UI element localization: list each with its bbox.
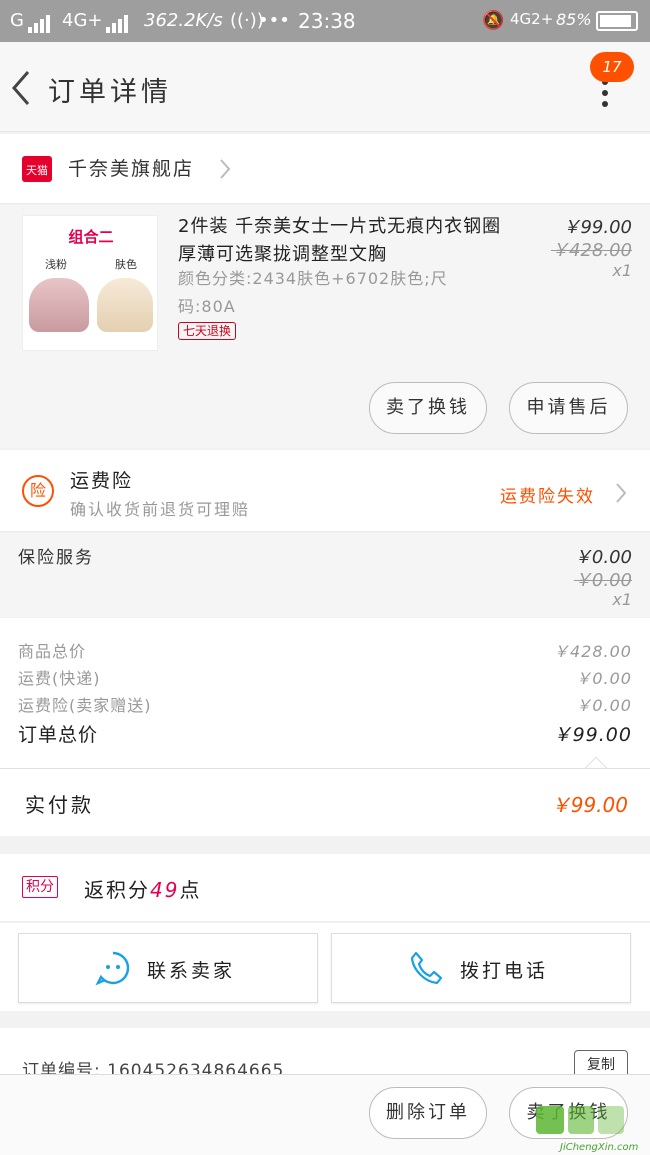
- points-text: 返积分49点: [84, 874, 201, 903]
- mute-icon: 🔕: [482, 10, 505, 31]
- price-summary: 商品总价 ￥428.00 运费(快递) ￥0.00 运费险(卖家赠送) ￥0.00 订…: [0, 618, 650, 768]
- summary-value: ￥0.00: [575, 696, 632, 715]
- message-count-badge: 17: [590, 52, 634, 82]
- order-info: 订单编号: 160452634864665 复制: [0, 1028, 650, 1074]
- freight-insurance-row[interactable]: 险 运费险 确认收货前退货可理赔 运费险失效: [0, 450, 650, 532]
- copy-button[interactable]: 复制: [574, 1050, 628, 1074]
- insurance-service-item: 保险服务 ￥0.00 ￥0.00 x1: [0, 533, 650, 617]
- product-original-price: ￥428.00: [551, 240, 632, 261]
- phone-icon: [410, 951, 443, 985]
- product-image[interactable]: 组合二 浅粉 肤色: [22, 215, 158, 351]
- summary-value: ￥0.00: [575, 669, 632, 688]
- summary-label: 商品总价: [18, 642, 87, 661]
- contact-seller-button[interactable]: 联系卖家: [18, 933, 318, 1003]
- insurance-status: 运费险失效: [500, 487, 595, 507]
- status-bar: G 4G+ 362.2K/s ((·)) ••• 23:38 🔕 4G2+ 85…: [0, 0, 650, 42]
- image-caption: 组合二: [68, 228, 114, 246]
- contact-buttons: 联系卖家 拨打电话: [0, 923, 650, 1011]
- points-prefix: 返积分: [84, 878, 150, 902]
- paid-label: 实付款: [25, 793, 94, 817]
- service-label: 保险服务: [18, 548, 94, 568]
- nav-header: 订单详情 17: [0, 42, 650, 132]
- more-notifications: •••: [258, 10, 290, 31]
- summary-value: ￥428.00: [553, 642, 632, 661]
- delete-order-button[interactable]: 删除订单: [369, 1087, 487, 1139]
- summary-label: 订单总价: [18, 724, 99, 746]
- call-phone-button[interactable]: 拨打电话: [331, 933, 631, 1003]
- store-name: 千奈美旗舰店: [68, 158, 195, 180]
- summary-row-total: 订单总价 ￥99.00: [18, 720, 632, 746]
- product-quantity: x1: [612, 261, 632, 280]
- summary-row-goods: 商品总价 ￥428.00: [18, 638, 632, 664]
- summary-row-shipping: 运费(快递) ￥0.00: [18, 665, 632, 691]
- chevron-right-icon: [616, 483, 627, 503]
- network-type-2: 4G2+: [510, 10, 554, 28]
- summary-row-insurance: 运费险(卖家赠送) ￥0.00: [18, 692, 632, 718]
- insurance-icon: 险: [22, 475, 54, 507]
- page-title: 订单详情: [48, 77, 172, 108]
- summary-label: 运费险(卖家赠送): [18, 696, 152, 715]
- contact-seller-label: 联系卖家: [147, 960, 236, 982]
- chevron-right-icon: [220, 159, 231, 179]
- product-sku: 颜色分类:2434肤色+6702肤色;尺码:80A: [178, 269, 448, 316]
- image-label-skin: 肤色: [115, 258, 137, 271]
- battery-percent: 85%: [556, 10, 592, 29]
- summary-label: 运费(快递): [18, 669, 101, 688]
- watermark-text: JiChengXin.com: [560, 1142, 639, 1153]
- signal-icon-2: [106, 12, 130, 33]
- chat-bubble-icon: [95, 951, 130, 986]
- image-label-pink: 浅粉: [45, 258, 67, 271]
- points-tag: 积分: [22, 876, 58, 898]
- tmall-logo-icon: 天猫: [22, 156, 52, 182]
- points-value: 49: [150, 878, 180, 902]
- insurance-subtitle: 确认收货前退货可理赔: [70, 500, 251, 519]
- carrier-label: G: [10, 10, 24, 31]
- product-item[interactable]: 组合二 浅粉 肤色 2件装 千奈美女士一片式无痕内衣钢圈厚薄可选聚拢调整型文胸 …: [0, 205, 650, 448]
- call-phone-label: 拨打电话: [460, 960, 549, 982]
- service-original-price: ￥0.00: [573, 570, 632, 591]
- product-title[interactable]: 2件装 千奈美女士一片式无痕内衣钢圈厚薄可选聚拢调整型文胸: [178, 213, 508, 269]
- after-sale-button[interactable]: 申请售后: [509, 382, 628, 434]
- summary-value: ￥99.00: [552, 724, 632, 746]
- bra-pink-image: [29, 278, 89, 332]
- sell-exchange-button[interactable]: 卖了换钱: [369, 382, 487, 434]
- clock: 23:38: [298, 9, 356, 33]
- insurance-title: 运费险: [70, 470, 134, 492]
- more-vertical-icon[interactable]: [598, 78, 612, 108]
- back-arrow-icon[interactable]: [8, 68, 36, 108]
- seven-day-return-tag: 七天退换: [178, 322, 237, 340]
- paid-row: 实付款 ￥99.00: [0, 768, 650, 836]
- bra-skin-image: [97, 278, 153, 332]
- network-type: 4G+: [62, 10, 103, 31]
- store-row[interactable]: 天猫 千奈美旗舰店: [0, 134, 650, 204]
- points-suffix: 点: [179, 878, 202, 902]
- net-speed: 362.2K/s: [144, 10, 223, 31]
- service-quantity: x1: [612, 590, 632, 609]
- points-row: 积分 返积分49点: [0, 854, 650, 922]
- paid-value: ￥99.00: [550, 793, 628, 817]
- battery-icon: [596, 11, 638, 31]
- order-number: 订单编号: 160452634864665: [22, 1061, 285, 1074]
- signal-icon: [28, 12, 52, 33]
